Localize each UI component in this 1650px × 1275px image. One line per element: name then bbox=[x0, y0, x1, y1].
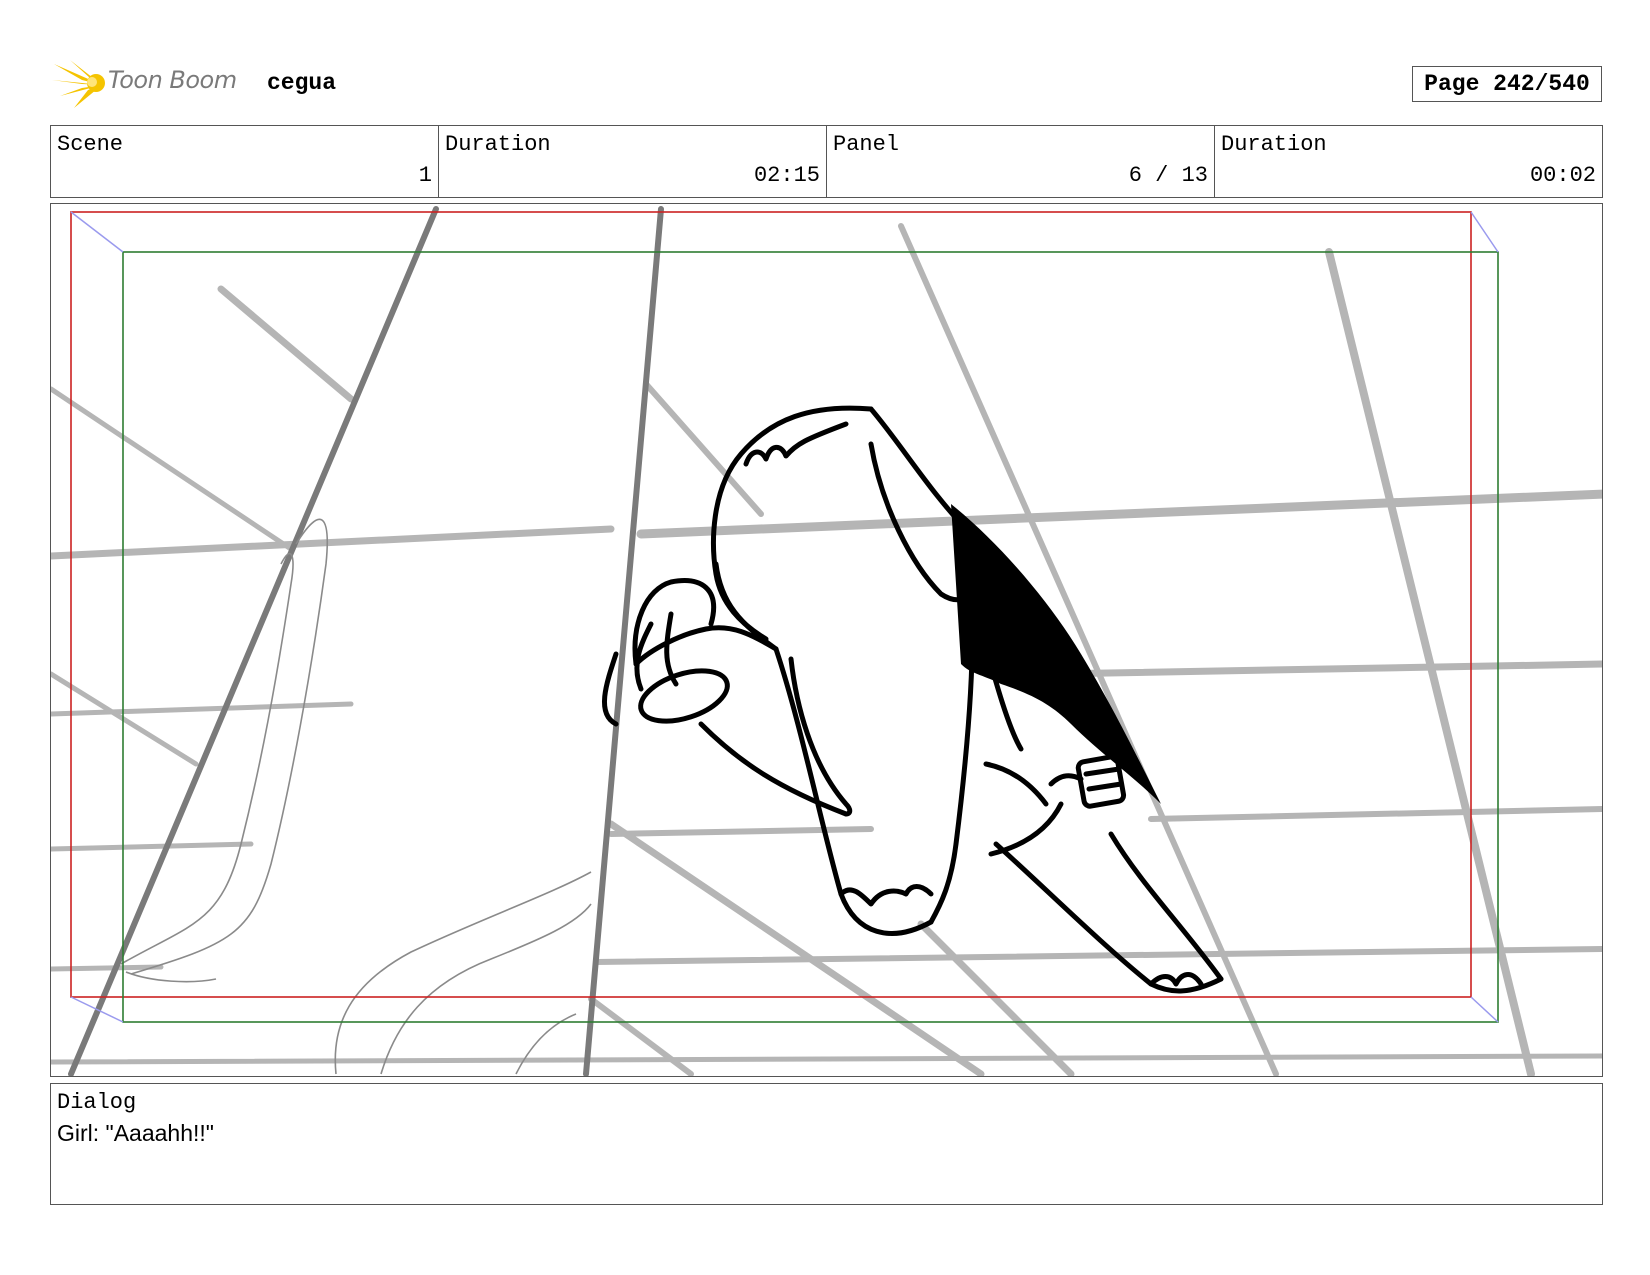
storyboard-sketch bbox=[51, 206, 1602, 1076]
panel-label: Panel bbox=[833, 132, 900, 157]
dialog-label: Dialog bbox=[57, 1090, 137, 1115]
panel-info-row: Scene 1 Duration 02:15 Panel 6 / 13 Dura… bbox=[50, 125, 1603, 198]
dialog-text: Girl: "Aaaahh!!" bbox=[57, 1120, 214, 1146]
panel-cell: Panel 6 / 13 bbox=[827, 126, 1215, 197]
scene-duration-value: 02:15 bbox=[753, 163, 820, 188]
panel-value: 6 / 13 bbox=[1128, 163, 1208, 188]
scene-duration-label: Duration bbox=[445, 132, 551, 157]
logo-text: Toon Boom bbox=[108, 66, 237, 94]
storyboard-panel bbox=[50, 203, 1603, 1077]
panel-duration-label: Duration bbox=[1221, 132, 1327, 157]
scene-label: Scene bbox=[57, 132, 124, 157]
scene-value: 1 bbox=[418, 163, 432, 188]
page-indicator: Page 242/540 bbox=[1412, 66, 1602, 102]
panel-duration-cell: Duration 00:02 bbox=[1215, 126, 1602, 197]
scene-cell: Scene 1 bbox=[51, 126, 439, 197]
project-name: cegua bbox=[267, 70, 337, 96]
panel-duration-value: 00:02 bbox=[1529, 163, 1596, 188]
scene-duration-cell: Duration 02:15 bbox=[439, 126, 827, 197]
dialog-box: Dialog Girl: "Aaaahh!!" bbox=[50, 1083, 1603, 1205]
